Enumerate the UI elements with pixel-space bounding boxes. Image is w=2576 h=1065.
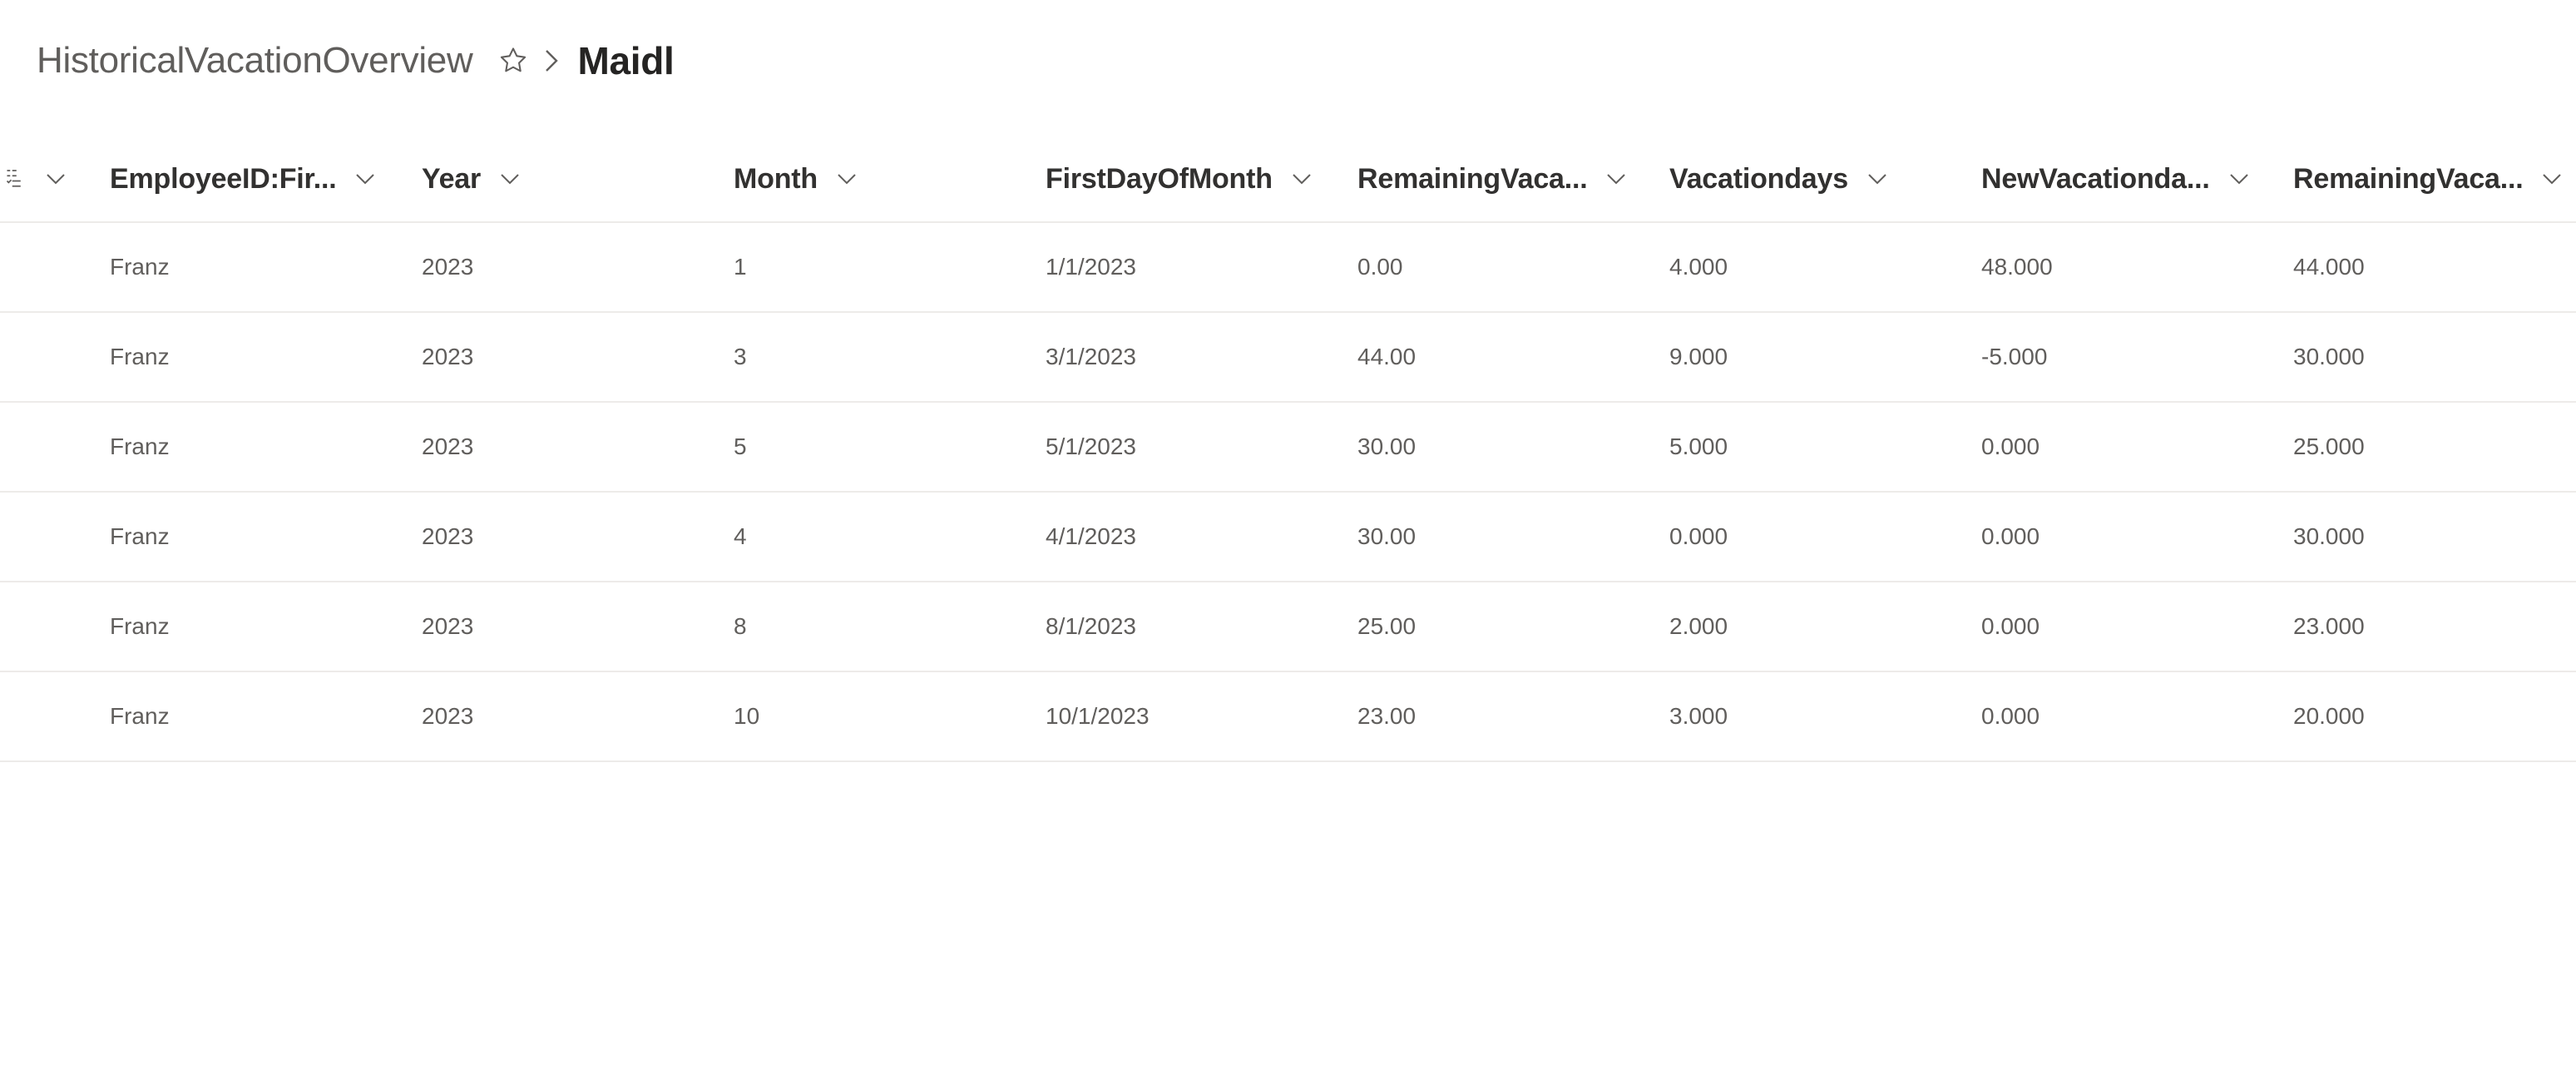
cell-first-day-of-month: 4/1/2023 (1046, 523, 1136, 549)
column-header-label: Month (734, 162, 818, 195)
cell-vacationdays: 9.000 (1669, 344, 1728, 369)
cell-remaining-vacation-end: 30.000 (2293, 344, 2365, 369)
cell-new-vacationdays: 0.000 (1981, 613, 2040, 639)
column-header-label: NewVacationda... (1981, 162, 2210, 195)
cell-remaining-vacation-end: 25.000 (2293, 433, 2365, 459)
column-header-label: RemainingVaca... (1357, 162, 1588, 195)
cell-year: 2023 (422, 433, 474, 459)
column-header-month[interactable]: Month (734, 136, 861, 221)
column-header-label: Vacationdays (1669, 162, 1848, 195)
cell-remaining-vacation-end: 44.000 (2293, 254, 2365, 280)
chevron-down-icon[interactable] (1288, 165, 1316, 193)
row-select-icon[interactable] (5, 136, 72, 221)
cell-first-day-of-month: 5/1/2023 (1046, 433, 1136, 459)
table-row[interactable]: Franz 2023 3 3/1/2023 44.00 9.000 -5.000… (0, 313, 2576, 403)
chevron-down-icon[interactable] (2538, 165, 2566, 193)
column-header-label: Year (422, 162, 482, 195)
breadcrumb-current-view: Maidl (577, 39, 675, 82)
column-header-label: EmployeeID:Fir... (110, 162, 337, 195)
cell-employee: Franz (110, 254, 170, 280)
cell-remaining-vacation-end: 23.000 (2293, 613, 2365, 639)
cell-month: 5 (734, 433, 747, 459)
cell-vacationdays: 2.000 (1669, 613, 1728, 639)
table-row[interactable]: Franz 2023 1 1/1/2023 0.00 4.000 48.000 … (0, 223, 2576, 313)
cell-new-vacationdays: 48.000 (1981, 254, 2053, 280)
cell-employee: Franz (110, 703, 170, 729)
chevron-right-icon (539, 44, 564, 77)
column-header-year[interactable]: Year (422, 136, 524, 221)
cell-month: 1 (734, 254, 747, 280)
cell-month: 3 (734, 344, 747, 369)
table-row[interactable]: Franz 2023 5 5/1/2023 30.00 5.000 0.000 … (0, 403, 2576, 493)
chevron-down-icon[interactable] (43, 166, 68, 191)
chevron-down-icon[interactable] (1602, 165, 1630, 193)
cell-first-day-of-month: 10/1/2023 (1046, 703, 1150, 729)
cell-employee: Franz (110, 523, 170, 549)
column-header-label: RemainingVaca... (2293, 162, 2524, 195)
cell-remaining-vacation-end: 20.000 (2293, 703, 2365, 729)
cell-remaining-vacation-start: 30.00 (1357, 433, 1417, 459)
breadcrumb-list-title[interactable]: HistoricalVacationOverview (37, 40, 473, 82)
cell-new-vacationdays: 0.000 (1981, 703, 2040, 729)
cell-year: 2023 (422, 254, 474, 280)
table-row[interactable]: Franz 2023 10 10/1/2023 23.00 3.000 0.00… (0, 672, 2576, 762)
cell-vacationdays: 0.000 (1669, 523, 1728, 549)
cell-first-day-of-month: 3/1/2023 (1046, 344, 1136, 369)
cell-year: 2023 (422, 344, 474, 369)
column-header-first-day-of-month[interactable]: FirstDayOfMonth (1046, 136, 1316, 221)
table-row[interactable]: Franz 2023 4 4/1/2023 30.00 0.000 0.000 … (0, 493, 2576, 582)
cell-first-day-of-month: 1/1/2023 (1046, 254, 1136, 280)
cell-vacationdays: 4.000 (1669, 254, 1728, 280)
star-icon[interactable] (494, 42, 532, 80)
cell-first-day-of-month: 8/1/2023 (1046, 613, 1136, 639)
cell-new-vacationdays: -5.000 (1981, 344, 2048, 369)
column-header-vacationdays[interactable]: Vacationdays (1669, 136, 1891, 221)
chevron-down-icon[interactable] (2225, 165, 2253, 193)
cell-month: 10 (734, 703, 760, 729)
chevron-down-icon[interactable] (833, 165, 861, 193)
cell-vacationdays: 3.000 (1669, 703, 1728, 729)
chevron-down-icon[interactable] (1863, 165, 1891, 193)
cell-year: 2023 (422, 523, 474, 549)
cell-new-vacationdays: 0.000 (1981, 523, 2040, 549)
cell-vacationdays: 5.000 (1669, 433, 1728, 459)
data-table: EmployeeID:Fir... Year Month FirstDayOfM… (0, 136, 2576, 762)
table-row[interactable]: Franz 2023 8 8/1/2023 25.00 2.000 0.000 … (0, 582, 2576, 672)
cell-remaining-vacation-start: 23.00 (1357, 703, 1417, 729)
cell-remaining-vacation-end: 30.000 (2293, 523, 2365, 549)
cell-new-vacationdays: 0.000 (1981, 433, 2040, 459)
cell-month: 8 (734, 613, 747, 639)
cell-remaining-vacation-start: 44.00 (1357, 344, 1417, 369)
table-header-row: EmployeeID:Fir... Year Month FirstDayOfM… (0, 136, 2576, 223)
cell-remaining-vacation-start: 0.00 (1357, 254, 1403, 280)
column-header-remaining-vacation-start[interactable]: RemainingVaca... (1357, 136, 1630, 221)
column-header-remaining-vacation-end[interactable]: RemainingVaca... (2293, 136, 2566, 221)
cell-remaining-vacation-start: 25.00 (1357, 613, 1417, 639)
chevron-down-icon[interactable] (496, 165, 524, 193)
cell-year: 2023 (422, 613, 474, 639)
cell-remaining-vacation-start: 30.00 (1357, 523, 1417, 549)
cell-employee: Franz (110, 344, 170, 369)
column-header-new-vacationdays[interactable]: NewVacationda... (1981, 136, 2253, 221)
breadcrumb: HistoricalVacationOverview Maidl (37, 32, 675, 90)
cell-year: 2023 (422, 703, 474, 729)
cell-employee: Franz (110, 433, 170, 459)
column-header-employee[interactable]: EmployeeID:Fir... (110, 136, 379, 221)
cell-month: 4 (734, 523, 747, 549)
column-header-label: FirstDayOfMonth (1046, 162, 1273, 195)
chevron-down-icon[interactable] (351, 165, 379, 193)
cell-employee: Franz (110, 613, 170, 639)
